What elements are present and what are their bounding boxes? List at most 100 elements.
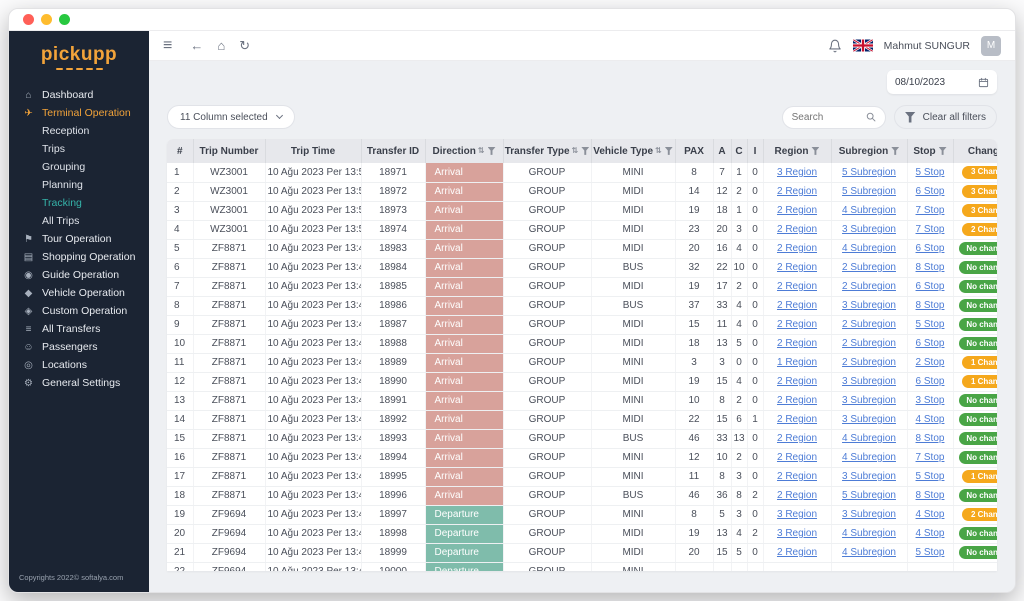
- changes-badge[interactable]: 3 Change: [962, 204, 997, 217]
- stop-link[interactable]: 7 Stop: [916, 205, 945, 216]
- region-link[interactable]: 2 Region: [777, 281, 817, 292]
- region-link[interactable]: 2 Region: [777, 376, 817, 387]
- subregion-link[interactable]: 3 Subregion: [842, 300, 896, 311]
- sidebar-subitem-reception[interactable]: Reception: [9, 122, 149, 140]
- stop-link[interactable]: 7 Stop: [916, 224, 945, 235]
- region-link[interactable]: 3 Region: [777, 509, 817, 520]
- subregion-link[interactable]: 3 Subregion: [842, 376, 896, 387]
- filter-icon[interactable]: [581, 147, 589, 155]
- column-header-stop[interactable]: Stop: [907, 139, 953, 163]
- region-link[interactable]: 2 Region: [777, 433, 817, 444]
- changes-badge[interactable]: No changes: [959, 451, 997, 464]
- region-link[interactable]: 2 Region: [777, 338, 817, 349]
- subregion-link[interactable]: 5 Subregion: [842, 186, 896, 197]
- subregion-link[interactable]: 2 Subregion: [842, 281, 896, 292]
- column-header-pax[interactable]: PAX: [675, 139, 713, 163]
- column-header-num[interactable]: #: [167, 139, 193, 163]
- sidebar-item-dashboard[interactable]: ⌂Dashboard: [9, 86, 149, 104]
- changes-badge[interactable]: 3 Change: [962, 166, 997, 179]
- sidebar-subitem-all-trips[interactable]: All Trips: [9, 212, 149, 230]
- stop-link[interactable]: 5 Stop: [916, 319, 945, 330]
- sort-icon[interactable]: ⇅: [655, 146, 662, 155]
- column-header-transfer-id[interactable]: Transfer ID: [361, 139, 425, 163]
- close-window-button[interactable]: [23, 14, 34, 25]
- filter-icon[interactable]: [665, 147, 673, 155]
- column-selector[interactable]: 11 Column selected: [167, 105, 295, 129]
- stop-link[interactable]: 8 Stop: [916, 300, 945, 311]
- changes-badge[interactable]: No changes: [959, 337, 997, 350]
- user-avatar[interactable]: M: [981, 36, 1001, 56]
- subregion-link[interactable]: 3 Subregion: [842, 395, 896, 406]
- changes-badge[interactable]: No changes: [959, 299, 997, 312]
- changes-badge[interactable]: No changes: [959, 489, 997, 502]
- sidebar-item-tour-operation[interactable]: ⚑Tour Operation: [9, 230, 149, 248]
- region-link[interactable]: 1 Region: [777, 357, 817, 368]
- sidebar-subitem-tracking[interactable]: Tracking: [9, 194, 149, 212]
- stop-link[interactable]: 6 Stop: [916, 243, 945, 254]
- subregion-link[interactable]: 2 Subregion: [842, 357, 896, 368]
- subregion-link[interactable]: 3 Subregion: [842, 471, 896, 482]
- column-header-direction[interactable]: Direction⇅: [425, 139, 503, 163]
- stop-link[interactable]: 6 Stop: [916, 186, 945, 197]
- changes-badge[interactable]: No changes: [959, 318, 997, 331]
- subregion-link[interactable]: 3 Subregion: [842, 414, 896, 425]
- stop-link[interactable]: 6 Stop: [916, 281, 945, 292]
- column-header-a[interactable]: A: [713, 139, 731, 163]
- column-header-vehicle-type[interactable]: Vehicle Type⇅: [591, 139, 675, 163]
- stop-link[interactable]: 4 Stop: [916, 414, 945, 425]
- changes-badge[interactable]: No changes: [959, 413, 997, 426]
- minimize-window-button[interactable]: [41, 14, 52, 25]
- filter-icon[interactable]: [488, 147, 496, 155]
- sidebar-item-vehicle-operation[interactable]: ◆Vehicle Operation: [9, 284, 149, 302]
- region-link[interactable]: 2 Region: [777, 319, 817, 330]
- changes-badge[interactable]: No changes: [959, 546, 997, 559]
- column-header-trip-time[interactable]: Trip Time: [265, 139, 361, 163]
- language-flag-icon[interactable]: [853, 39, 873, 52]
- stop-link[interactable]: 4 Stop: [916, 509, 945, 520]
- region-link[interactable]: 2 Region: [777, 471, 817, 482]
- subregion-link[interactable]: 4 Subregion: [842, 243, 896, 254]
- date-picker[interactable]: 08/10/2023: [887, 70, 997, 94]
- changes-badge[interactable]: No changes: [959, 527, 997, 540]
- changes-badge[interactable]: No changes: [959, 280, 997, 293]
- changes-badge[interactable]: 1 Change: [962, 470, 997, 483]
- changes-badge[interactable]: No changes: [959, 394, 997, 407]
- region-link[interactable]: 2 Region: [777, 186, 817, 197]
- changes-badge[interactable]: No changes: [959, 261, 997, 274]
- stop-link[interactable]: 8 Stop: [916, 433, 945, 444]
- column-header-subregion[interactable]: Subregion: [831, 139, 907, 163]
- sidebar-subitem-planning[interactable]: Planning: [9, 176, 149, 194]
- subregion-link[interactable]: 5 Subregion: [842, 167, 896, 178]
- subregion-link[interactable]: 4 Subregion: [842, 452, 896, 463]
- region-link[interactable]: 2 Region: [777, 262, 817, 273]
- stop-link[interactable]: 5 Stop: [916, 167, 945, 178]
- subregion-link[interactable]: 2 Subregion: [842, 319, 896, 330]
- sort-icon[interactable]: ⇅: [572, 146, 579, 155]
- home-icon[interactable]: ⌂: [217, 39, 225, 52]
- changes-badge[interactable]: No changes: [959, 432, 997, 445]
- clear-filters-button[interactable]: Clear all filters: [923, 112, 986, 123]
- sidebar-item-passengers[interactable]: ☺Passengers: [9, 338, 149, 356]
- filter-funnel-icon[interactable]: [905, 112, 916, 123]
- stop-link[interactable]: 6 Stop: [916, 376, 945, 387]
- refresh-icon[interactable]: ↻: [239, 39, 250, 52]
- stop-link[interactable]: 8 Stop: [916, 262, 945, 273]
- changes-badge[interactable]: 3 Change: [962, 185, 997, 198]
- column-header-i[interactable]: I: [747, 139, 763, 163]
- filter-icon[interactable]: [811, 147, 819, 155]
- sidebar-item-custom-operation[interactable]: ◈Custom Operation: [9, 302, 149, 320]
- search-input[interactable]: [792, 112, 866, 123]
- stop-link[interactable]: 8 Stop: [916, 490, 945, 501]
- user-name[interactable]: Mahmut SUNGUR: [884, 40, 970, 52]
- sidebar-subitem-grouping[interactable]: Grouping: [9, 158, 149, 176]
- changes-badge[interactable]: 1 Change: [962, 356, 997, 369]
- column-header-c[interactable]: C: [731, 139, 747, 163]
- stop-link[interactable]: 6 Stop: [916, 338, 945, 349]
- region-link[interactable]: 2 Region: [777, 414, 817, 425]
- region-link[interactable]: 2 Region: [777, 395, 817, 406]
- back-icon[interactable]: ←: [190, 39, 203, 52]
- region-link[interactable]: 2 Region: [777, 205, 817, 216]
- changes-badge[interactable]: 2 Change: [962, 223, 997, 236]
- column-header-changes[interactable]: Changes: [953, 139, 997, 163]
- sidebar-item-guide-operation[interactable]: ◉Guide Operation: [9, 266, 149, 284]
